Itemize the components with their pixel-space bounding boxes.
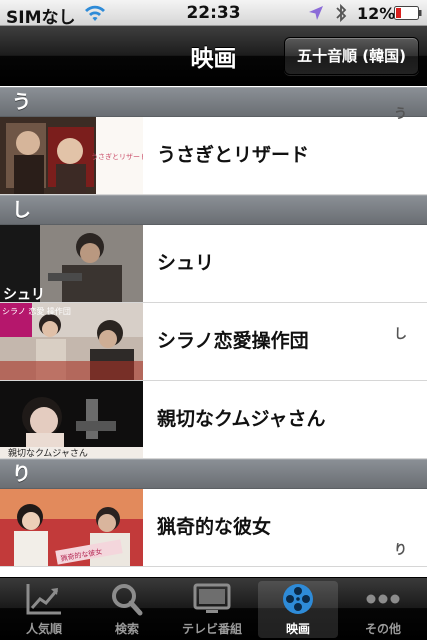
list-item[interactable]: シラノ 恋愛 操作団 シラノ恋愛操作団 — [0, 303, 427, 381]
search-icon — [112, 584, 143, 616]
section-header-label: し — [12, 199, 32, 221]
section-index-u[interactable]: う — [394, 103, 407, 122]
tab-label: その他 — [364, 622, 401, 636]
section-header-ri: り — [0, 459, 427, 489]
movie-title: 猟奇的な彼女 — [157, 516, 272, 538]
navigation-bar: 映画 五十音順 (韓国) — [0, 26, 427, 86]
tab-movies[interactable]: 映画 — [258, 581, 338, 638]
section-index-ri[interactable]: り — [394, 539, 407, 558]
list-item[interactable]: シュリ シュリ — [0, 225, 427, 303]
tab-popular[interactable]: 人気順 — [4, 581, 84, 638]
location-icon — [309, 6, 323, 20]
list-item[interactable]: うさぎとリザード うさぎとリザード — [0, 117, 427, 195]
poster-thumbnail: 猟奇的な彼女 — [0, 489, 143, 566]
chart-icon — [26, 584, 61, 615]
section-index-shi[interactable]: し — [394, 323, 407, 342]
poster-title-text: シラノ 恋愛 操作団 — [2, 306, 71, 316]
movie-title: うさぎとリザード — [157, 144, 310, 166]
list-item[interactable]: 親切なクムジャさん 親切なクムジャさん — [0, 381, 427, 459]
battery-percent: 12% — [357, 4, 396, 23]
poster-title-text: 親切なクムジャさん — [8, 447, 88, 458]
section-header-label: り — [12, 463, 32, 485]
more-icon — [366, 594, 400, 604]
poster-thumbnail: シラノ 恋愛 操作団 — [0, 303, 143, 380]
film-reel-icon — [283, 584, 313, 614]
poster-title-text: シュリ — [3, 287, 45, 302]
movie-title: シュリ — [157, 252, 215, 274]
movie-title: 親切なクムジャさん — [157, 408, 326, 430]
tab-label: 検索 — [114, 622, 139, 636]
poster-thumbnail: 親切なクムジャさん — [0, 381, 143, 458]
tab-label: 映画 — [285, 622, 310, 636]
poster-thumbnail: シュリ — [0, 225, 143, 302]
poster-thumbnail: うさぎとリザード — [0, 117, 143, 194]
movie-title: シラノ恋愛操作団 — [157, 330, 309, 352]
tab-bar: 人気順 検索 テレビ番組 映画 その他 — [0, 577, 427, 640]
tab-label: 人気順 — [25, 622, 62, 636]
status-bar: SIMなし 22:33 12% — [0, 0, 427, 28]
section-header-u: う — [0, 87, 427, 117]
section-header-label: う — [12, 91, 32, 113]
bluetooth-icon — [336, 3, 347, 23]
sort-order-button[interactable]: 五十音順 (韓国) — [284, 37, 419, 75]
tab-label: テレビ番組 — [181, 622, 242, 636]
tab-more[interactable]: その他 — [343, 581, 423, 638]
tab-tv-shows[interactable]: テレビ番組 — [172, 581, 252, 638]
tab-search[interactable]: 検索 — [87, 581, 167, 638]
list-item[interactable]: 猟奇的な彼女 猟奇的な彼女 — [0, 489, 427, 567]
movie-list[interactable]: う うさぎとリザード うさぎとリザード し シュリ シュリ シラノ 恋愛 操作団… — [0, 87, 427, 577]
battery-icon — [394, 6, 422, 20]
poster-title-text: うさぎとリザード — [91, 152, 143, 161]
section-header-shi: し — [0, 195, 427, 225]
tv-icon — [193, 583, 231, 613]
